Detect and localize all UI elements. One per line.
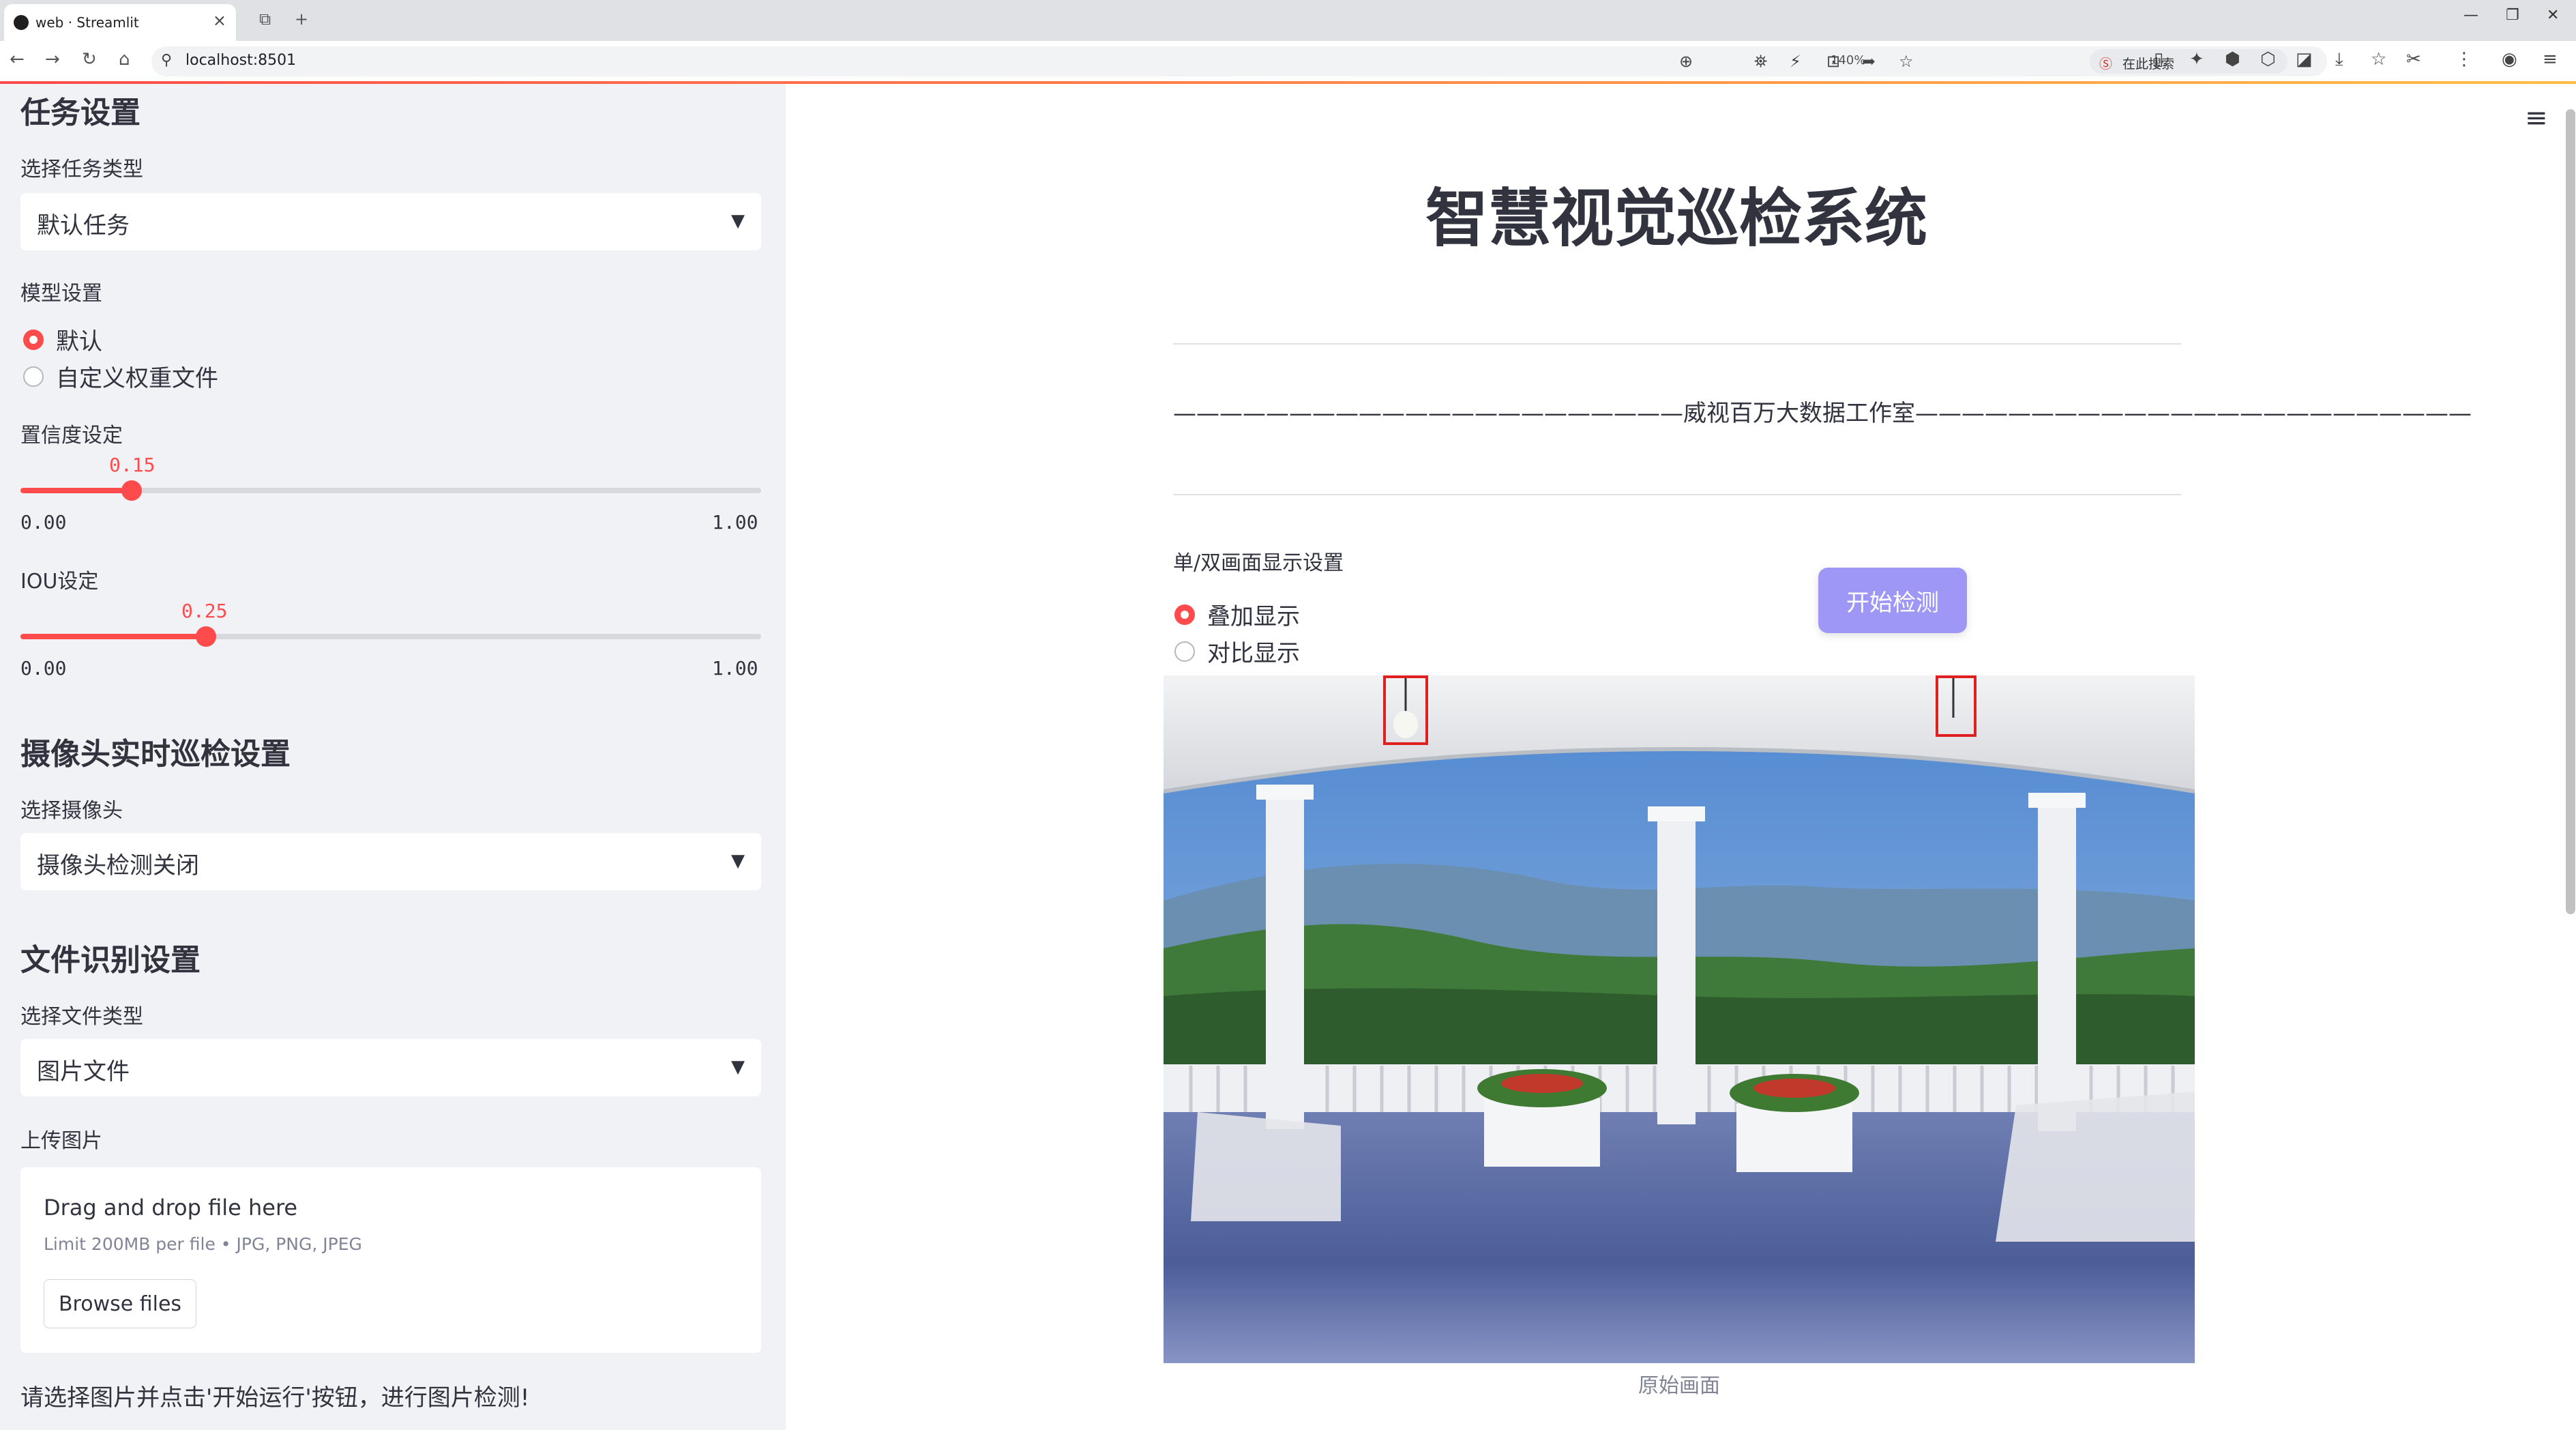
tab-title: web · Streamlit [35, 14, 139, 31]
search-placeholder: 在此搜索 [2122, 57, 2175, 72]
download-icon[interactable]: ⤓ [2335, 49, 2343, 70]
address-bar[interactable]: ⚲ localhost:8501 ⊕ 140% ⛯ ⚡ ⊡ ➦ ☆ Ⓢ 在此搜索 [151, 46, 2327, 76]
radio-label: 自定义权重文件 [56, 365, 218, 392]
extension-3-icon[interactable]: ◪ [2296, 49, 2313, 70]
browser-toolbar: ← → ↻ ⌂ ⚲ localhost:8501 ⊕ 140% ⛯ ⚡ ⊡ ➦ … [0, 41, 2576, 83]
browser-menu-icon[interactable]: ≡ [2543, 49, 2558, 70]
browser-tab[interactable]: web · Streamlit × [4, 4, 236, 41]
porch-scene-image [1164, 675, 2195, 1363]
slider-fill [20, 634, 206, 639]
url-text[interactable]: localhost:8501 [186, 52, 296, 69]
search-box[interactable]: Ⓢ 在此搜索 [2090, 49, 2288, 74]
confidence-max: 1.00 [712, 511, 758, 534]
dropzone-limit: Limit 200MB per file • JPG, PNG, JPEG [44, 1234, 362, 1254]
display-option-compare[interactable]: 对比显示 [1174, 634, 1300, 668]
confidence-slider[interactable] [20, 480, 761, 501]
divider [1173, 494, 2181, 495]
confidence-value: 0.15 [109, 454, 156, 476]
zoom-icon[interactable]: ⊕ [1679, 52, 1693, 71]
file-type-select[interactable]: 图片文件 ▼ [20, 1039, 761, 1096]
instruction-text: 请选择图片并点击'开始运行'按钮，进行图片检测! [20, 1384, 530, 1412]
display-option-overlay[interactable]: 叠加显示 [1174, 598, 1300, 631]
tab-group-icon[interactable]: ⧉ [259, 10, 271, 29]
new-tab-icon[interactable]: + [295, 10, 308, 29]
window-close-icon[interactable]: ✕ [2547, 7, 2559, 24]
dropzone-title: Drag and drop file here [44, 1195, 298, 1221]
extension-icon[interactable]: ⬢ [2225, 49, 2240, 70]
slider-fill [20, 488, 132, 493]
search-engine-icon: Ⓢ [2099, 57, 2113, 72]
tools-icon[interactable]: ✂ [2406, 49, 2421, 70]
chevron-down-icon: ▼ [731, 1057, 745, 1077]
favorites-icon[interactable]: ☆ [2371, 49, 2386, 70]
file-type-label: 选择文件类型 [20, 1005, 143, 1029]
home-icon[interactable]: ⌂ [119, 49, 130, 70]
radio-label: 叠加显示 [1207, 603, 1300, 630]
camera-value: 摄像头检测关闭 [37, 852, 199, 879]
streamlit-favicon-icon [14, 15, 29, 30]
start-detection-button[interactable]: 开始检测 [1818, 568, 1967, 633]
ai-assistant-icon[interactable]: ✦ [2189, 49, 2204, 70]
browse-files-button[interactable]: Browse files [44, 1279, 196, 1328]
confidence-min: 0.00 [20, 511, 67, 534]
chevron-down-icon: ▼ [731, 211, 745, 231]
upload-label: 上传图片 [20, 1129, 102, 1153]
task-type-value: 默认任务 [37, 212, 130, 239]
profile-avatar-icon[interactable]: ◉ [2502, 49, 2517, 70]
browser-tab-bar: web · Streamlit × ⧉ + — ❐ ✕ [0, 0, 2576, 41]
iou-value: 0.25 [181, 600, 228, 622]
task-type-select[interactable]: 默认任务 ▼ [20, 193, 761, 250]
screenshot-icon[interactable]: ⊡ [1826, 52, 1840, 71]
file-type-value: 图片文件 [37, 1058, 130, 1085]
camera-label: 选择摄像头 [20, 799, 123, 823]
close-tab-icon[interactable]: × [213, 11, 226, 30]
radio-label: 对比显示 [1207, 640, 1300, 667]
display-mode-label: 单/双画面显示设置 [1173, 551, 1344, 575]
extension-2-icon[interactable]: ⬡ [2260, 49, 2276, 70]
radio-unselected-icon[interactable] [23, 366, 44, 387]
page-title: 智慧视觉巡检系统 [1425, 182, 1927, 255]
iou-min: 0.00 [20, 657, 67, 680]
radio-selected-icon[interactable] [23, 329, 44, 350]
bookmark-star-icon[interactable]: ☆ [1899, 52, 1914, 71]
task-type-label: 选择任务类型 [20, 158, 143, 181]
site-info-icon[interactable]: ⚲ [161, 52, 172, 69]
share-icon[interactable]: ➦ [1862, 52, 1876, 71]
model-option-custom-weights[interactable]: 自定义权重文件 [23, 360, 218, 393]
radio-selected-icon[interactable] [1174, 604, 1195, 625]
image-caption: 原始画面 [1638, 1374, 1720, 1398]
bolt-icon[interactable]: ⚡ [1790, 52, 1801, 71]
divider [1173, 343, 2181, 345]
iou-label: IOU设定 [20, 570, 99, 594]
reader-icon[interactable]: ▯ [2154, 49, 2163, 70]
camera-settings-heading: 摄像头实时巡检设置 [20, 737, 291, 772]
chevron-down-icon: ▼ [731, 851, 745, 871]
confidence-label: 置信度设定 [20, 424, 123, 448]
iou-slider[interactable] [20, 626, 761, 647]
iou-max: 1.00 [712, 657, 758, 680]
camera-select[interactable]: 摄像头检测关闭 ▼ [20, 833, 761, 890]
back-icon[interactable]: ← [10, 49, 25, 70]
forward-icon[interactable]: → [45, 49, 60, 70]
model-settings-label: 模型设置 [20, 282, 102, 306]
scrollbar[interactable] [2566, 109, 2575, 914]
minimize-icon[interactable]: — [2463, 7, 2478, 24]
task-settings-heading: 任务设置 [20, 96, 140, 130]
hamburger-menu-icon[interactable]: ≡ [2525, 102, 2548, 134]
more-menu-icon[interactable]: ⋮ [2455, 49, 2473, 70]
reload-icon[interactable]: ↻ [82, 49, 97, 70]
restore-icon[interactable]: ❐ [2506, 7, 2519, 24]
slider-thumb[interactable] [195, 626, 216, 647]
file-settings-heading: 文件识别设置 [20, 943, 201, 978]
file-uploader-dropzone[interactable]: Drag and drop file here Limit 200MB per … [20, 1167, 761, 1353]
radio-unselected-icon[interactable] [1174, 641, 1195, 662]
studio-subtitle: ——————————————————————威视百万大数据工作室————————… [1173, 400, 2472, 427]
model-option-default[interactable]: 默认 [23, 323, 102, 356]
slider-thumb[interactable] [121, 480, 142, 501]
sidebar: 任务设置 选择任务类型 默认任务 ▼ 模型设置 默认 自定义权重文件 置信度设定… [0, 84, 786, 1430]
radio-label: 默认 [56, 328, 102, 355]
detection-image [1164, 675, 2195, 1363]
translate-icon[interactable]: ⛯ [1754, 52, 1767, 71]
